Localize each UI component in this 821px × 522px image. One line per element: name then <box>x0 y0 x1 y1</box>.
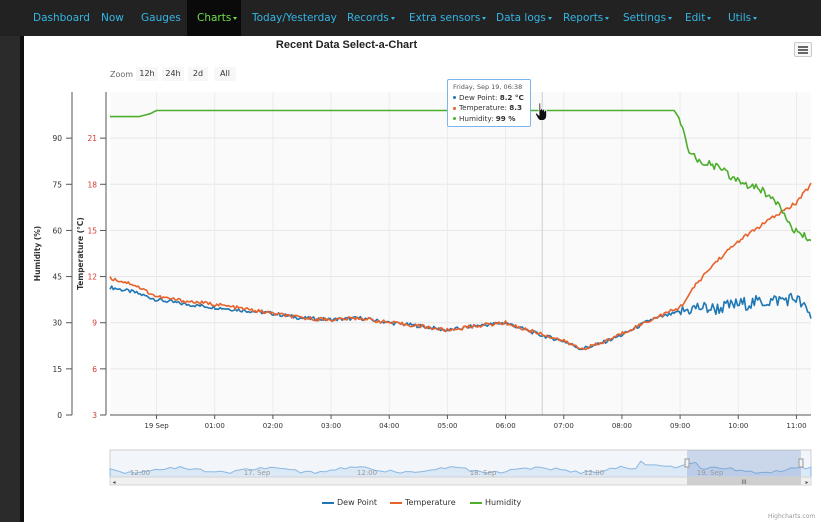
nav-utils[interactable]: Utils <box>728 0 758 36</box>
humidity-dot <box>453 117 456 120</box>
legend-humidity[interactable]: Humidity <box>470 498 521 507</box>
humidity-tick-label: 0 <box>57 411 62 420</box>
credits[interactable]: Highcharts.com <box>768 513 815 520</box>
x-tick-label: 07:00 <box>554 422 574 430</box>
chart-panel: Recent Data Select-a-Chart Zoom 12h 24h … <box>24 36 821 522</box>
temperature-tick-label: 18 <box>87 180 97 189</box>
nav-now[interactable]: Now <box>101 0 124 36</box>
x-tick-label: 04:00 <box>379 422 399 430</box>
temperature-tick-label: 9 <box>92 319 97 328</box>
chart-svg[interactable]: 0 15 30 45 60 75 90 Humidity (%) 3 6 9 12 15 18 21 Temp… <box>24 36 821 498</box>
navigator-handle-left <box>684 458 690 468</box>
temperature-tick-label: 15 <box>87 226 97 235</box>
humidity-tick-label: 15 <box>52 365 62 374</box>
tooltip-header: Friday, Sep 19, 06:38 <box>453 83 523 91</box>
chart-tooltip: Friday, Sep 19, 06:38 Dew Point: 8.2 °C … <box>447 79 531 127</box>
humidity-tick-label: 90 <box>52 134 62 143</box>
temperature-axis-title: Temperature (°C) <box>76 217 85 290</box>
nav-gauges[interactable]: Gauges <box>141 0 181 36</box>
x-tick-label: 09:00 <box>670 422 690 430</box>
navigator-label: 12:00 <box>357 469 377 477</box>
nav-records[interactable]: Records <box>347 0 395 36</box>
navigator-label: 17. Sep <box>244 469 271 477</box>
grid <box>110 92 811 416</box>
scroll-right-icon: ▸ <box>805 479 808 486</box>
tooltip-row: Temperature: 8.3 <box>453 103 525 114</box>
navigator-label: 19. Sep <box>697 469 724 477</box>
temperature-dot <box>453 106 456 110</box>
nav-reports[interactable]: Reports <box>563 0 610 36</box>
x-tick-label: 06:00 <box>495 422 515 430</box>
temperature-tick-label: 3 <box>92 411 97 420</box>
scrollbar-grip-icon: III <box>741 479 747 486</box>
humidity-tick-label: 30 <box>52 319 62 328</box>
chart-legend: Dew Point Temperature Humidity <box>24 498 821 512</box>
humidity-tick-label: 45 <box>52 273 62 282</box>
nav-dashboard[interactable]: Dashboard <box>33 0 90 36</box>
nav-data-logs[interactable]: Data logs <box>496 0 552 36</box>
chevron-down-icon <box>668 16 673 20</box>
chevron-down-icon <box>707 16 712 20</box>
navigator-label: 18. Sep <box>470 469 497 477</box>
x-tick-label: 03:00 <box>321 422 341 430</box>
chevron-down-icon <box>605 16 610 20</box>
navigator[interactable]: 12:00 17. Sep 12:00 18. Sep 12:00 19. Sep III ◂… <box>109 449 812 486</box>
temperature-tick-label: 6 <box>92 365 97 374</box>
x-tick-label: 19 Sep <box>144 422 169 430</box>
x-tick-label: 10:00 <box>728 422 748 430</box>
chevron-down-icon <box>390 16 395 20</box>
chevron-down-icon <box>753 16 758 20</box>
nav-settings[interactable]: Settings <box>623 0 673 36</box>
humidity-tick-label: 75 <box>52 180 62 189</box>
x-tick-label: 11:00 <box>786 422 806 430</box>
dew-point-dot <box>453 96 456 99</box>
scroll-left-icon: ◂ <box>112 479 115 486</box>
navigator-handle-right <box>798 458 804 468</box>
humidity-tick-label: 60 <box>52 226 62 235</box>
main-navbar: Dashboard Now Gauges Charts Today/Yester… <box>0 0 821 36</box>
hand-cursor-icon <box>534 102 547 121</box>
nav-extra-sensors[interactable]: Extra sensors <box>409 0 487 36</box>
chevron-down-icon <box>547 16 552 20</box>
navigator-label: 12:00 <box>130 469 150 477</box>
nav-charts[interactable]: Charts <box>187 0 241 36</box>
chevron-down-icon <box>233 16 238 20</box>
tooltip-row: Dew Point: 8.2 °C <box>453 93 525 104</box>
x-tick-label: 01:00 <box>205 422 225 430</box>
chevron-down-icon <box>482 16 487 20</box>
legend-temperature[interactable]: Temperature <box>390 498 456 507</box>
tooltip-row: Humidity: 99 % <box>453 114 525 125</box>
x-tick-label: 05:00 <box>437 422 457 430</box>
temperature-tick-label: 12 <box>87 273 97 282</box>
temperature-tick-label: 21 <box>87 134 97 143</box>
humidity-axis-title: Humidity (%) <box>33 226 42 281</box>
nav-today-yesterday[interactable]: Today/Yesterday <box>252 0 337 36</box>
navigator-label: 12:00 <box>584 469 604 477</box>
x-tick-label: 08:00 <box>612 422 632 430</box>
x-tick-label: 02:00 <box>263 422 283 430</box>
nav-edit[interactable]: Edit <box>685 0 712 36</box>
legend-dew-point[interactable]: Dew Point <box>322 498 377 507</box>
